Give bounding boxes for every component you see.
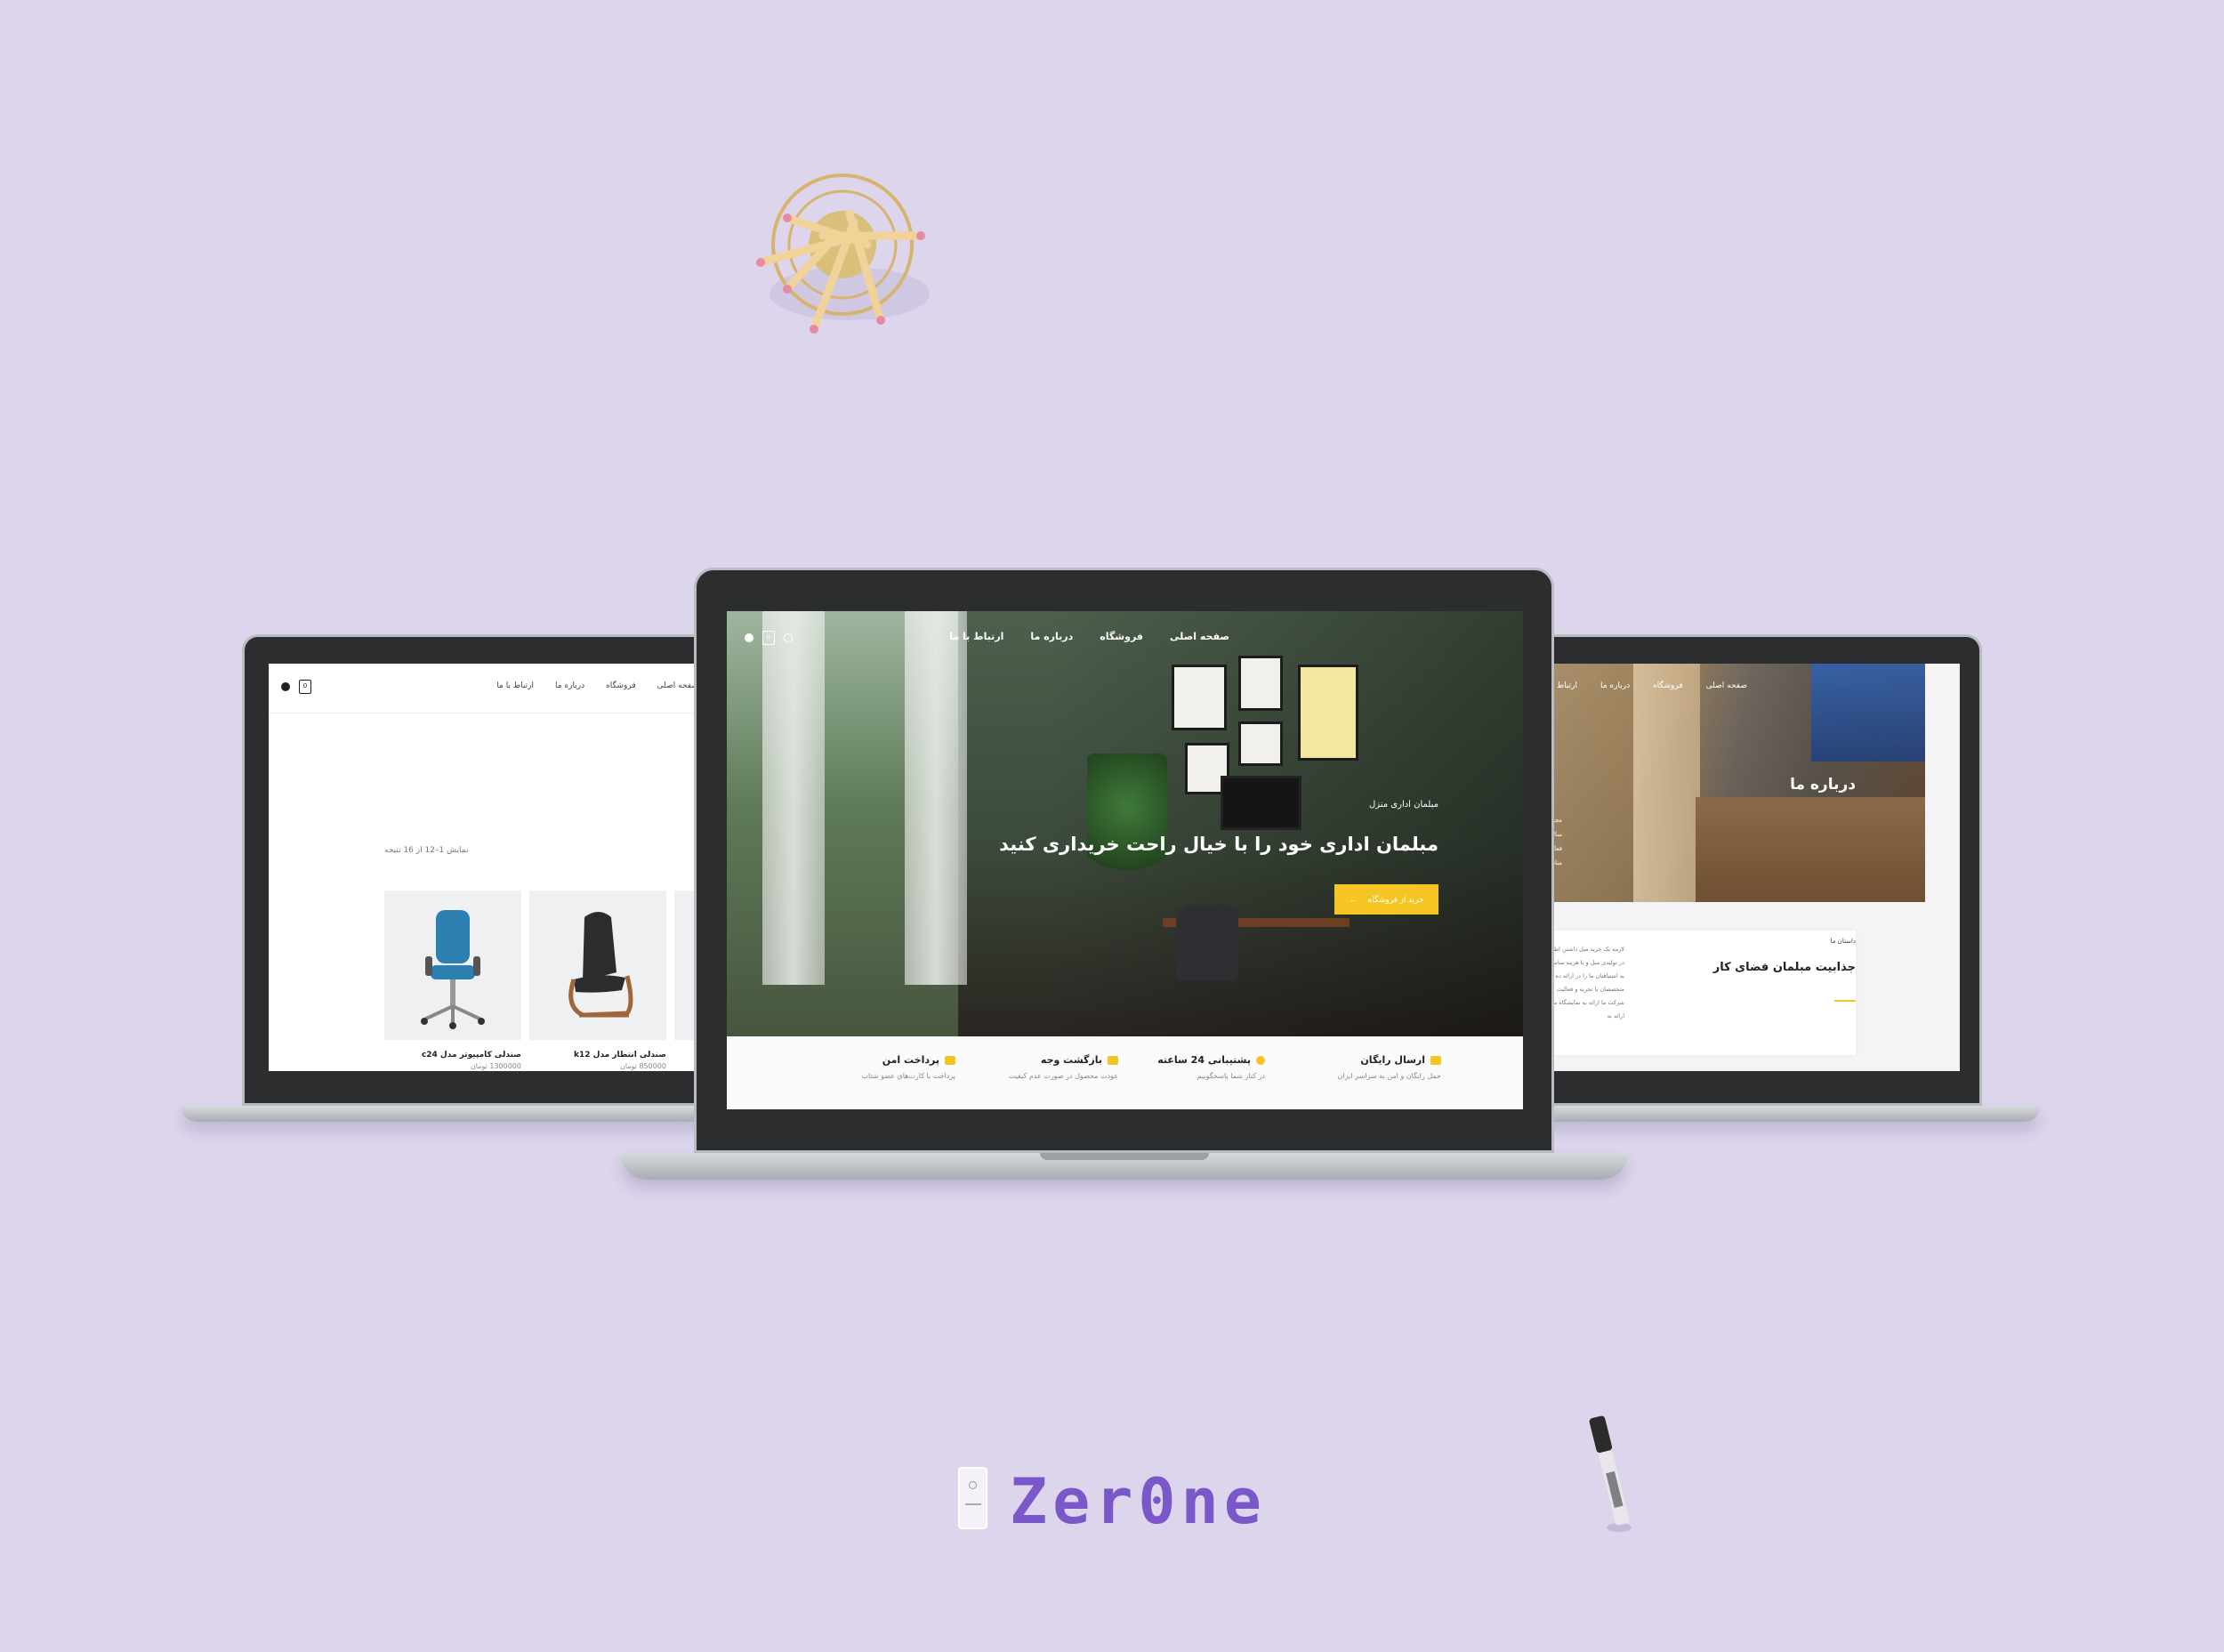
home-header-icons: 0 xyxy=(745,631,793,645)
feature-desc: پرداخت با کارت‌های عضو شتاب xyxy=(861,1072,955,1080)
feature-item: ارسال رایگان حمل رایگان و امن به سراسر ا… xyxy=(1290,1054,1441,1080)
laptop-notch xyxy=(1039,1153,1209,1160)
story-label: داستان ما xyxy=(1830,938,1856,945)
accent-divider xyxy=(1834,1000,1856,1002)
feature-title: بازگشت وجه xyxy=(1040,1054,1102,1066)
left-laptop-base xyxy=(181,1106,714,1122)
wall-frame xyxy=(1172,665,1227,730)
nav-about[interactable]: درباره ما xyxy=(555,681,584,690)
marker-pen-decor xyxy=(1589,1415,1632,1532)
right-screen-about: صفحه اصلی فروشگاه درباره ما ارتباط با در… xyxy=(1518,664,1960,1071)
nav-contact[interactable]: ارتباط با ما xyxy=(496,681,534,690)
curtain-decor xyxy=(762,611,825,985)
product-price: 1300000 تومان xyxy=(470,1062,521,1070)
page-title: درباره ما xyxy=(1790,776,1856,794)
monitor-decor xyxy=(1221,776,1301,830)
feature-title: پرداخت امن xyxy=(882,1054,939,1066)
right-laptop: صفحه اصلی فروشگاه درباره ما ارتباط با در… xyxy=(1518,634,1982,1106)
nav-about[interactable]: درباره ما xyxy=(1030,631,1073,642)
shelf-decor xyxy=(1633,664,1700,902)
feature-desc: عودت محصول در صورت عدم کیفیت xyxy=(1008,1072,1118,1080)
nav-home[interactable]: صفحه اصلی xyxy=(1706,681,1747,690)
product-image[interactable] xyxy=(384,890,521,1040)
feature-title: پشتیبانی 24 ساعته xyxy=(1157,1054,1251,1066)
about-hero: صفحه اصلی فروشگاه درباره ما ارتباط با در… xyxy=(1518,664,1925,902)
wall-frame xyxy=(1238,656,1283,711)
cart-icon[interactable]: 0 xyxy=(299,680,311,694)
nav-home[interactable]: صفحه اصلی xyxy=(1170,631,1229,642)
floor-decor xyxy=(1696,797,1925,902)
hero-title: مبلمان اداری خود را با خیال راحت خریداری… xyxy=(999,834,1438,855)
feature-title: ارسال رایگان xyxy=(1360,1054,1425,1066)
blue-wall-decor xyxy=(1811,664,1925,762)
office-chair-image xyxy=(421,910,485,1029)
product-price: 850000 تومان xyxy=(619,1062,666,1070)
wall-frame xyxy=(1238,721,1283,766)
logo-line xyxy=(964,1503,981,1505)
user-icon[interactable] xyxy=(745,633,753,642)
lounge-chair-image xyxy=(568,912,633,1018)
left-laptop: 0 صفحه اصلی فروشگاه درباره ما ارتباط با … xyxy=(242,634,711,1106)
pencil-holder-decor xyxy=(756,173,930,334)
nav-home[interactable]: صفحه اصلی xyxy=(657,681,698,690)
nav-shop[interactable]: فروشگاه xyxy=(1100,631,1143,642)
brand-logo-text: Zer0ne xyxy=(1010,1465,1267,1538)
product-card[interactable]: صندلی کامپیوتر مدل c24 1300000 تومان xyxy=(384,890,521,1070)
logo-icon xyxy=(958,1467,987,1529)
shop-header: 0 صفحه اصلی فروشگاه درباره ما ارتباط با … xyxy=(269,664,711,713)
center-laptop: 0 صفحه اصلی فروشگاه درباره ما ارتباط با … xyxy=(694,568,1554,1153)
clock-icon xyxy=(1256,1055,1265,1065)
product-image[interactable] xyxy=(529,890,666,1040)
feature-item: پشتیبانی 24 ساعته در کنار شما پاسخگوییم xyxy=(1114,1054,1265,1080)
hero-section: 0 صفحه اصلی فروشگاه درباره ما ارتباط با … xyxy=(727,611,1523,1036)
feature-item: بازگشت وجه عودت محصول در صورت عدم کیفیت xyxy=(967,1054,1118,1080)
story-heading: جذابیت مبلمان فضای کار xyxy=(1712,961,1856,974)
shop-header-icons: 0 xyxy=(281,680,311,694)
shop-now-button[interactable]: خرید از فروشگاه ← xyxy=(1334,884,1438,915)
feature-desc: حمل رایگان و امن به سراسر ایران xyxy=(1337,1072,1441,1080)
chair-decor xyxy=(1176,905,1238,980)
feature-desc: در کنار شما پاسخگوییم xyxy=(1197,1072,1265,1080)
story-card: لازمه یک خرید مبل داشتن اط باشد. تلاش ما… xyxy=(1518,931,1856,1055)
money-icon xyxy=(1108,1055,1118,1065)
user-icon[interactable] xyxy=(281,682,290,691)
shop-main-menu: صفحه اصلی فروشگاه درباره ما ارتباط با ما xyxy=(496,681,698,690)
features-bar: ارسال رایگان حمل رایگان و امن به سراسر ا… xyxy=(727,1036,1523,1109)
hero-subtitle: مبلمان اداری منزل xyxy=(1368,800,1438,810)
result-count: نمایش 1–12 از 16 نتیجه xyxy=(384,846,469,855)
right-laptop-base xyxy=(1512,1106,2041,1122)
center-laptop-base xyxy=(620,1153,1628,1180)
nav-about[interactable]: درباره ما xyxy=(1600,681,1630,690)
nav-contact[interactable]: ارتباط با ما xyxy=(949,631,1003,642)
shop-now-label: خرید از فروشگاه xyxy=(1367,894,1424,904)
arrow-left-icon: ← xyxy=(1349,895,1358,904)
truck-icon xyxy=(1430,1055,1441,1065)
curtain-decor xyxy=(905,611,967,985)
search-icon[interactable] xyxy=(784,633,793,642)
wall-frame xyxy=(1298,665,1358,761)
logo-dot xyxy=(969,1481,977,1489)
left-screen-shop: 0 صفحه اصلی فروشگاه درباره ما ارتباط با … xyxy=(269,664,711,1071)
card-icon xyxy=(945,1055,955,1065)
nav-shop[interactable]: فروشگاه xyxy=(606,681,636,690)
plant-decor xyxy=(1087,753,1167,887)
product-name[interactable]: صندلی انتظار مدل k12 xyxy=(529,1051,666,1060)
cart-icon[interactable]: 0 xyxy=(762,631,775,645)
nav-shop[interactable]: فروشگاه xyxy=(1653,681,1683,690)
about-main-menu: صفحه اصلی فروشگاه درباره ما ارتباط با xyxy=(1550,681,1747,690)
product-name[interactable]: صندلی کامپیوتر مدل c24 xyxy=(384,1051,521,1060)
product-card[interactable]: صندلی انتظار مدل k12 850000 تومان xyxy=(529,890,666,1070)
home-main-menu: صفحه اصلی فروشگاه درباره ما ارتباط با ما xyxy=(949,631,1229,642)
feature-item: پرداخت امن پرداخت با کارت‌های عضو شتاب xyxy=(804,1054,955,1080)
center-screen-home: 0 صفحه اصلی فروشگاه درباره ما ارتباط با … xyxy=(727,611,1523,1109)
